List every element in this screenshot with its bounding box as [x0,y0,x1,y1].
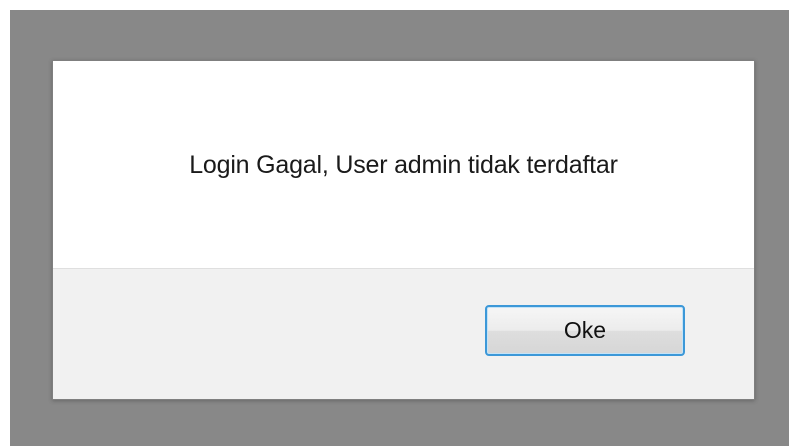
dialog-message: Login Gagal, User admin tidak terdaftar [189,151,618,179]
ok-button[interactable]: Oke [485,305,685,356]
alert-dialog: Login Gagal, User admin tidak terdaftar … [52,60,755,400]
dialog-body: Login Gagal, User admin tidak terdaftar [53,61,754,268]
dialog-footer: Oke [53,268,754,399]
